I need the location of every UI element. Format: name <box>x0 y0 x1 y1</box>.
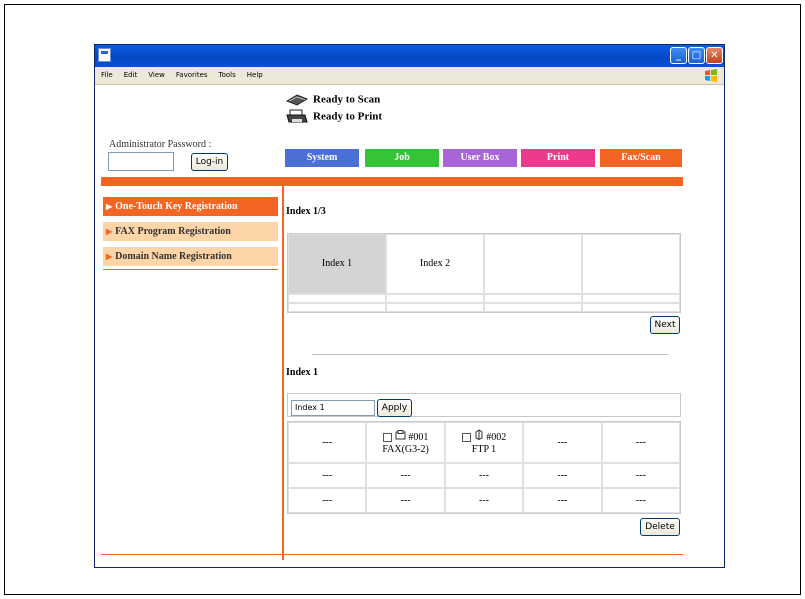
destination-name: FTP 1 <box>471 444 497 455</box>
index-name-input[interactable]: Index 1 <box>291 400 375 416</box>
sidebar-item-label: One-Touch Key Registration <box>115 201 238 212</box>
destination-cell: --- <box>288 422 367 463</box>
index-cell[interactable] <box>288 293 386 303</box>
sidebar-item-one-touch-key[interactable]: ▶ One-Touch Key Registration <box>103 197 278 216</box>
index-cell[interactable] <box>484 234 582 294</box>
select-checkbox[interactable] <box>382 432 392 442</box>
index-cell[interactable] <box>386 293 484 303</box>
title-bar: _ □ ✕ <box>95 45 724 67</box>
scan-status: Ready to Scan <box>285 93 380 107</box>
destination-entry: #001 <box>367 429 443 444</box>
index-cell[interactable] <box>582 234 680 294</box>
table-row: --- --- --- --- --- <box>288 488 680 513</box>
tab-user-box-label: User Box <box>460 152 500 163</box>
sidebar-underline <box>103 269 278 270</box>
next-button[interactable]: Next <box>650 316 680 334</box>
minimize-button[interactable]: _ <box>670 47 687 64</box>
destination-cell[interactable]: #002 FTP 1 <box>444 422 524 463</box>
destination-cell: --- <box>288 488 367 513</box>
table-row <box>288 293 680 303</box>
admin-password-input[interactable] <box>108 152 174 171</box>
index-grid: Index 1 Index 2 <box>287 233 681 313</box>
table-row <box>288 302 680 312</box>
menu-tools[interactable]: Tools <box>213 67 241 79</box>
index-cell[interactable] <box>484 293 582 303</box>
maximize-button[interactable]: □ <box>688 47 705 64</box>
section-divider <box>312 354 668 355</box>
destination-cell: --- <box>523 488 602 513</box>
menu-favorites[interactable]: Favorites <box>170 67 213 79</box>
index-cell[interactable] <box>484 302 582 312</box>
tab-fax-scan-label: Fax/Scan <box>621 152 661 163</box>
apply-button[interactable]: Apply <box>377 399 412 417</box>
sidebar-divider <box>282 186 284 560</box>
sidebar-item-domain-name[interactable]: ▶ Domain Name Registration <box>103 247 278 266</box>
menu-edit[interactable]: Edit <box>118 67 143 79</box>
menu-bar: File Edit View Favorites Tools Help <box>95 67 724 85</box>
index-cell[interactable] <box>288 302 386 312</box>
destination-entry: #002 <box>446 429 522 444</box>
sidebar-item-label: Domain Name Registration <box>115 251 232 262</box>
menu-file[interactable]: File <box>95 67 118 79</box>
destination-name: FAX(G3-2) <box>382 443 429 455</box>
tab-user-box[interactable]: User Box <box>443 149 517 167</box>
tab-print-label: Print <box>546 152 570 163</box>
admin-password-label: Administrator Password : <box>109 139 212 150</box>
destination-cell[interactable]: #001 FAX(G3-2) <box>366 422 445 463</box>
destination-cell: --- <box>523 422 602 463</box>
tab-system[interactable]: System <box>285 149 359 167</box>
index-cell[interactable] <box>582 302 680 312</box>
tab-print[interactable]: Print <box>521 149 595 167</box>
scan-status-text: Ready to Scan <box>313 93 381 106</box>
ftp-icon <box>475 429 483 441</box>
arrow-right-icon: ▶ <box>106 227 113 236</box>
destination-cell: --- <box>601 463 680 488</box>
tab-job-label: Job <box>394 152 410 163</box>
menu-view[interactable]: View <box>142 67 170 79</box>
browser-window: _ □ ✕ File Edit View Favorites Tools Help Rea… <box>94 44 725 568</box>
index-cell[interactable]: Index 1 <box>288 234 386 294</box>
close-button[interactable]: ✕ <box>706 47 723 64</box>
destination-cell: --- <box>444 463 524 488</box>
delete-button[interactable]: Delete <box>640 518 680 536</box>
sidebar-item-label: FAX Program Registration <box>115 226 231 237</box>
print-status: Ready to Print <box>285 109 382 125</box>
index-cell[interactable]: Index 2 <box>386 234 484 294</box>
destination-cell: --- <box>601 488 680 513</box>
destination-cell: --- <box>601 422 680 463</box>
sidebar-item-fax-program[interactable]: ▶ FAX Program Registration <box>103 222 278 241</box>
index-cell[interactable] <box>386 302 484 312</box>
destination-cell: --- <box>366 463 445 488</box>
tab-job[interactable]: Job <box>365 149 439 167</box>
destination-grid: --- #001 FAX(G3-2) #002 FTP 1 --- --- --… <box>287 421 681 514</box>
arrow-right-icon: ▶ <box>106 202 113 211</box>
destination-cell: --- <box>288 463 367 488</box>
index-entries-heading: Index 1 <box>286 367 318 378</box>
menu-help[interactable]: Help <box>241 67 268 79</box>
scanner-icon <box>285 94 309 106</box>
printer-icon <box>286 109 308 123</box>
destination-number: #001 <box>408 431 429 443</box>
tab-fax-scan[interactable]: Fax/Scan <box>600 149 682 167</box>
windows-logo-icon <box>705 69 717 82</box>
destination-cell: --- <box>444 488 524 513</box>
destination-number: #002 <box>486 432 507 443</box>
print-status-text: Ready to Print <box>313 110 383 123</box>
browser-app-icon <box>98 48 111 62</box>
table-row: --- #001 FAX(G3-2) #002 FTP 1 --- --- <box>288 422 680 463</box>
footer-divider <box>101 554 683 555</box>
index-page-heading: Index 1/3 <box>286 206 326 217</box>
destination-cell: --- <box>523 463 602 488</box>
select-checkbox[interactable] <box>461 433 471 443</box>
arrow-right-icon: ▶ <box>106 252 113 261</box>
fax-icon <box>395 429 406 439</box>
table-row: Index 1 Index 2 <box>288 234 680 294</box>
header-divider <box>101 177 683 186</box>
tab-system-label: System <box>306 152 338 163</box>
index-cell[interactable] <box>582 293 680 303</box>
table-row: --- --- --- --- --- <box>288 463 680 488</box>
destination-cell: --- <box>366 488 445 513</box>
login-button[interactable]: Log-in <box>191 153 228 171</box>
